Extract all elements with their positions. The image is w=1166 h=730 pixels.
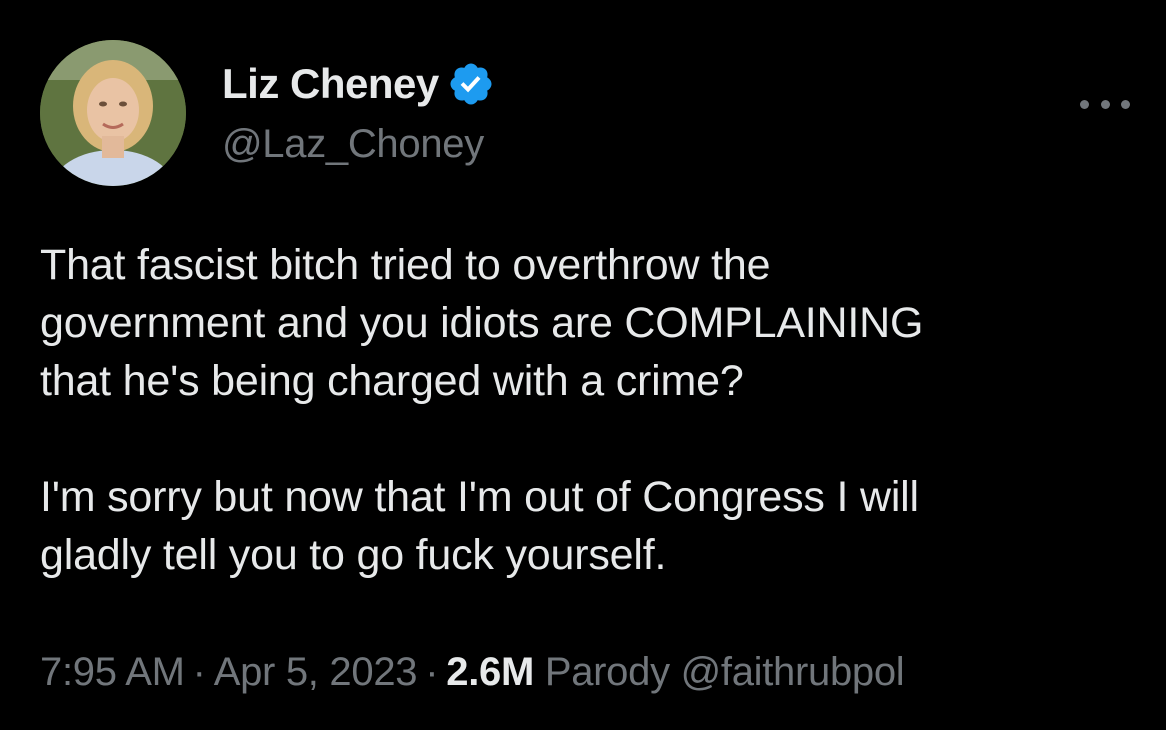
dot (1121, 99, 1130, 109)
verified-badge-icon (447, 60, 495, 108)
avatar[interactable] (40, 40, 186, 186)
views-suffix: Parody @faithrubpol (544, 650, 905, 694)
avatar-image (40, 40, 186, 186)
author-row: Liz Cheney (222, 56, 495, 112)
tweet: Liz Cheney @Laz_Choney That fascist bitc… (0, 0, 1166, 730)
display-name[interactable]: Liz Cheney (222, 56, 439, 112)
separator: · (192, 650, 206, 694)
tweet-date[interactable]: Apr 5, 2023 (214, 650, 418, 694)
tweet-paragraph: That fascist bitch tried to overthrow th… (40, 241, 924, 405)
separator: · (425, 650, 439, 694)
more-options-icon[interactable] (1080, 92, 1130, 116)
tweet-time[interactable]: 7:95 AM (40, 650, 185, 694)
tweet-metadata: 7:95 AM · Apr 5, 2023 · 2.6M Parody @faithru… (40, 646, 905, 698)
tweet-paragraph: I'm sorry but now that I'm out of Congre… (40, 473, 919, 579)
dot (1100, 99, 1110, 109)
view-count[interactable]: 2.6M (446, 650, 534, 694)
handle[interactable]: @Laz_Choney (222, 118, 484, 170)
tweet-text: That fascist bitch tried to overthrow th… (40, 236, 1140, 584)
dot (1080, 99, 1089, 109)
